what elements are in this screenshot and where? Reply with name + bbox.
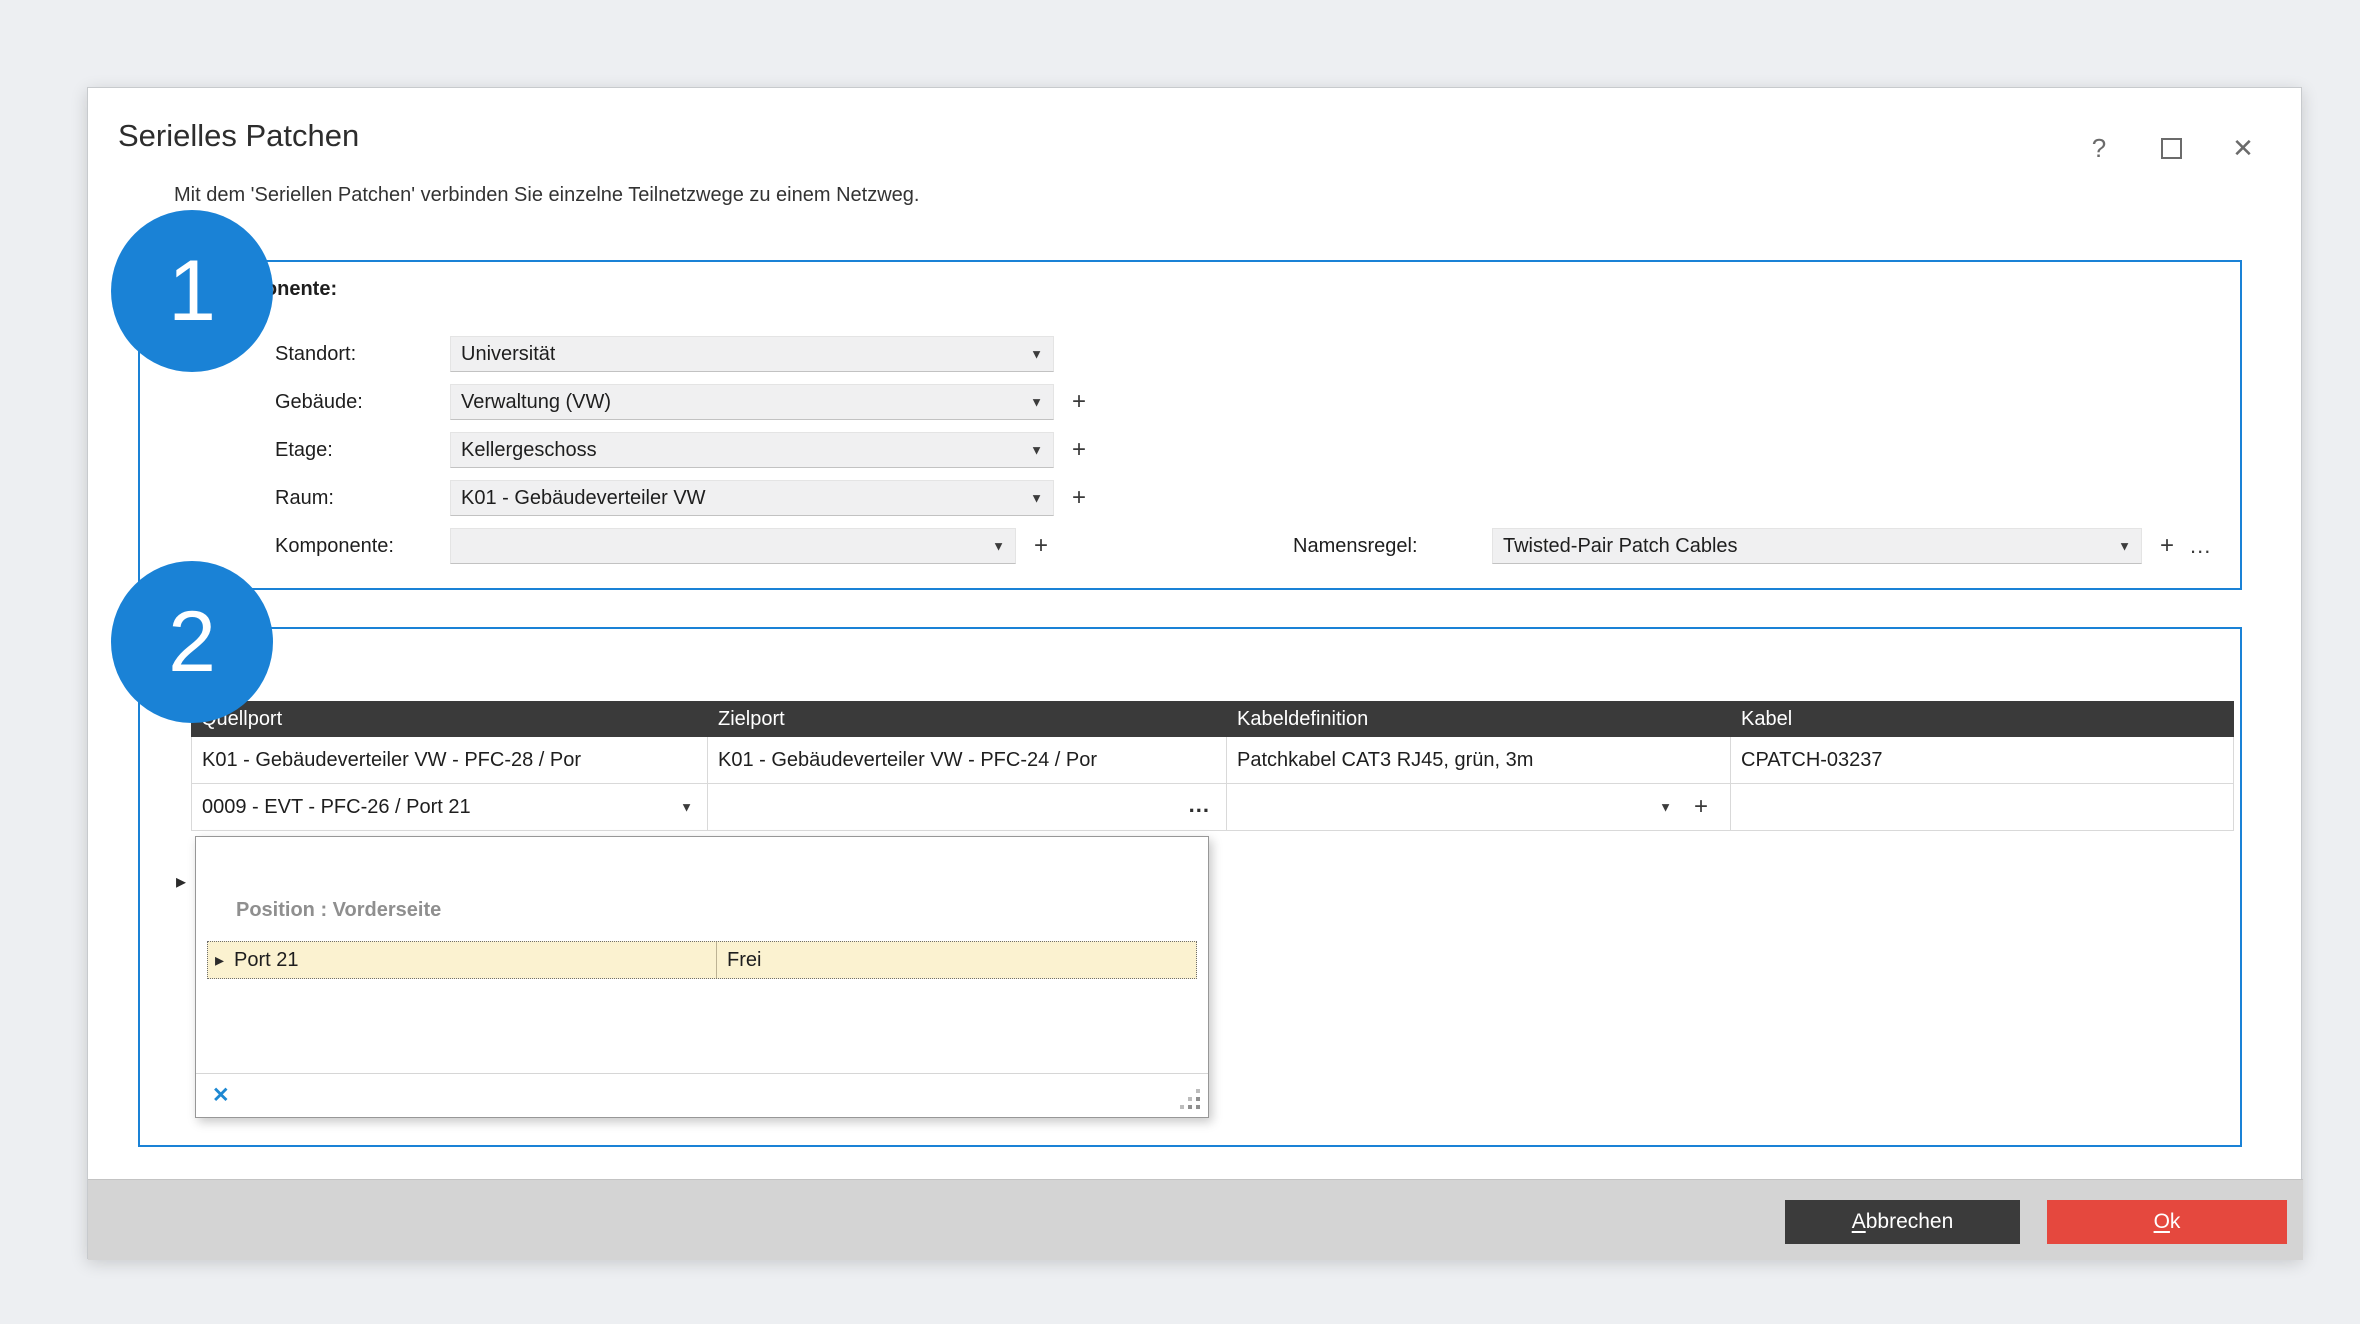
add-namensregel-button[interactable]: +: [2160, 528, 2174, 564]
table-edit-row: 0009 - EVT - PFC-26 / Port 21 ▼ ... ▼ +: [191, 784, 2234, 831]
standort-value: Universität: [461, 343, 555, 366]
add-kabeldefinition-button[interactable]: +: [1694, 793, 1708, 821]
picker-footer: ✕: [196, 1073, 1208, 1117]
add-komponente-button[interactable]: +: [1034, 528, 1048, 564]
column-header-zielport[interactable]: Zielport: [708, 701, 1227, 737]
column-header-kabeldefinition[interactable]: Kabeldefinition: [1227, 701, 1731, 737]
form-row-komponente: Komponente: ▼ +: [275, 528, 1048, 564]
chevron-down-icon[interactable]: ▼: [1030, 395, 1043, 410]
raum-label: Raum:: [275, 487, 450, 510]
quellport-edit-combobox[interactable]: 0009 - EVT - PFC-26 / Port 21 ▼: [191, 784, 708, 831]
column-header-quellport[interactable]: Quellport: [191, 701, 708, 737]
picker-port-name: Port 21: [234, 949, 716, 972]
table-row[interactable]: K01 - Gebäudeverteiler VW - PFC-28 / Por…: [191, 737, 2234, 784]
column-header-kabel[interactable]: Kabel: [1731, 701, 2234, 737]
clear-selection-button[interactable]: ✕: [212, 1083, 230, 1108]
add-etage-button[interactable]: +: [1072, 432, 1086, 468]
active-row-marker-icon: ▸: [176, 869, 186, 894]
komponente-label: Komponente:: [275, 535, 450, 558]
form-row-gebaeude: Gebäude: Verwaltung (VW) ▼ +: [275, 384, 1086, 420]
namensregel-value: Twisted-Pair Patch Cables: [1503, 535, 1738, 558]
standort-label: Standort:: [275, 343, 450, 366]
maximize-box-glyph: [2161, 138, 2182, 159]
gebaeude-combobox[interactable]: Verwaltung (VW) ▼: [450, 384, 1054, 420]
gebaeude-value: Verwaltung (VW): [461, 391, 611, 414]
chevron-down-icon[interactable]: ▼: [1030, 347, 1043, 362]
help-icon[interactable]: ?: [2083, 132, 2115, 164]
picker-row-port[interactable]: ▸ Port 21 Frei: [207, 941, 1197, 979]
form-row-raum: Raum: K01 - Gebäudeverteiler VW ▼ +: [275, 480, 1086, 516]
chevron-down-icon[interactable]: ▼: [2118, 539, 2131, 554]
close-icon[interactable]: ✕: [2227, 132, 2259, 164]
resize-grip[interactable]: [1182, 1091, 1202, 1111]
patch-table: Quellport Zielport Kabeldefinition Kabel…: [191, 701, 2234, 831]
chevron-down-icon[interactable]: ▼: [1030, 491, 1043, 506]
namensregel-label: Namensregel:: [1293, 535, 1492, 558]
add-gebaeude-button[interactable]: +: [1072, 384, 1086, 420]
etage-label: Etage:: [275, 439, 450, 462]
row-marker-icon: ▸: [208, 950, 234, 971]
raum-value: K01 - Gebäudeverteiler VW: [461, 487, 706, 510]
komponente-combobox[interactable]: ▼: [450, 528, 1016, 564]
patch-table-header: Quellport Zielport Kabeldefinition Kabel: [191, 701, 2234, 737]
port-picker-dropdown: Position : Vorderseite ▸ Port 21 Frei ✕: [195, 836, 1209, 1118]
gebaeude-label: Gebäude:: [275, 391, 450, 414]
chevron-down-icon[interactable]: ▼: [1030, 443, 1043, 458]
dialog-button-bar: Abbrechen Ok: [88, 1179, 2303, 1260]
step-2-badge: 2: [111, 561, 273, 723]
etage-combobox[interactable]: Kellergeschoss ▼: [450, 432, 1054, 468]
cancel-button[interactable]: Abbrechen: [1785, 1200, 2020, 1244]
cell-zielport[interactable]: K01 - Gebäudeverteiler VW - PFC-24 / Por: [708, 737, 1227, 784]
startkomponente-section: Startkomponente: Standort: Universität ▼…: [138, 260, 2242, 590]
ok-accesskey: O: [2154, 1210, 2170, 1234]
cancel-accesskey: A: [1852, 1210, 1866, 1234]
form-row-standort: Standort: Universität ▼: [275, 336, 1054, 372]
quellport-edit-value: 0009 - EVT - PFC-26 / Port 21: [202, 796, 471, 819]
form-row-etage: Etage: Kellergeschoss ▼ +: [275, 432, 1086, 468]
cell-kabel[interactable]: CPATCH-03237: [1731, 737, 2234, 784]
maximize-icon[interactable]: [2155, 132, 2187, 164]
standort-combobox[interactable]: Universität ▼: [450, 336, 1054, 372]
etage-value: Kellergeschoss: [461, 439, 597, 462]
patchliste-section: Patchliste: ▸ Quellport Zielport Kabelde…: [138, 627, 2242, 1147]
zielport-edit-cell[interactable]: ...: [708, 784, 1227, 831]
step-1-badge: 1: [111, 210, 273, 372]
chevron-down-icon[interactable]: ▼: [992, 539, 1005, 554]
kabel-edit-cell[interactable]: [1731, 784, 2234, 831]
picker-port-status: Frei: [716, 942, 1196, 978]
dialog-title: Serielles Patchen: [118, 118, 359, 154]
chevron-down-icon[interactable]: ▼: [1659, 800, 1672, 815]
dialog-subtitle: Mit dem 'Seriellen Patchen' verbinden Si…: [174, 184, 919, 207]
cell-quellport[interactable]: K01 - Gebäudeverteiler VW - PFC-28 / Por: [191, 737, 708, 784]
chevron-down-icon[interactable]: ▼: [680, 800, 693, 815]
ok-button[interactable]: Ok: [2047, 1200, 2287, 1244]
kabeldefinition-edit-combobox[interactable]: ▼ +: [1227, 784, 1731, 831]
serielles-patchen-dialog: Serielles Patchen ? ✕ Mit dem 'Seriellen…: [87, 87, 2302, 1259]
cell-kabeldefinition[interactable]: Patchkabel CAT3 RJ45, grün, 3m: [1227, 737, 1731, 784]
add-raum-button[interactable]: +: [1072, 480, 1086, 516]
ok-label-rest: k: [2170, 1210, 2181, 1234]
picker-group-header: Position : Vorderseite: [236, 899, 441, 922]
cancel-label-rest: bbrechen: [1866, 1210, 1954, 1234]
form-row-namensregel: Namensregel: Twisted-Pair Patch Cables ▼…: [1293, 528, 2211, 564]
browse-zielport-button[interactable]: ...: [1189, 792, 1210, 818]
namensregel-combobox[interactable]: Twisted-Pair Patch Cables ▼: [1492, 528, 2142, 564]
namensregel-more-options-button[interactable]: ...: [2190, 533, 2211, 559]
raum-combobox[interactable]: K01 - Gebäudeverteiler VW ▼: [450, 480, 1054, 516]
window-controls: ? ✕: [2083, 132, 2259, 164]
